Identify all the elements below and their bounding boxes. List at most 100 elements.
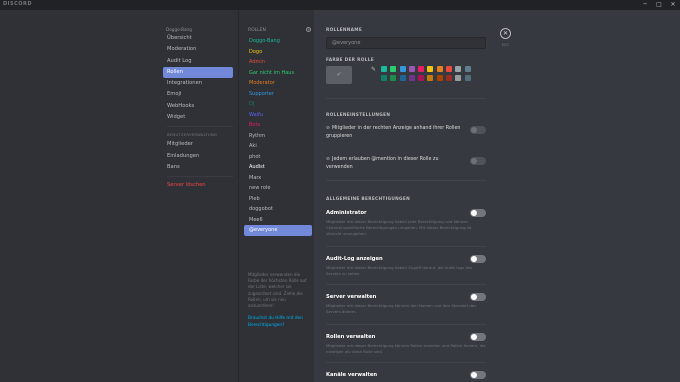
color-picker-icon[interactable]: ✎ — [371, 66, 376, 73]
role-item[interactable]: Audist — [244, 162, 312, 173]
role-settings: ROLLENNAME @everyone ✕ ESC FARBE DER ROL… — [315, 10, 680, 382]
server-name: Doggo-Bang — [166, 27, 192, 32]
permission-toggle[interactable] — [470, 293, 486, 301]
role-item[interactable]: phot — [244, 152, 312, 163]
roles-column: ROLLEN + Doggo-Bang Dogo Admin Gar nicht im… — [238, 10, 314, 382]
role-item[interactable]: doggobot — [244, 204, 312, 215]
role-item[interactable]: Mee6 — [244, 215, 312, 226]
permissions-help-link[interactable]: Brauchst du Hilfe mit den Berechtigungen… — [248, 316, 310, 329]
nav-item-einladungen[interactable]: Einladungen — [163, 151, 233, 162]
nav-item-integrationen[interactable]: Integrationen — [163, 78, 233, 89]
role-name-input[interactable]: @everyone — [326, 37, 486, 49]
role-item[interactable]: Aki — [244, 141, 312, 152]
permission-title: Kanäle verwalten — [326, 372, 378, 378]
role-item[interactable]: Doggo-Bang — [244, 36, 312, 47]
color-swatch[interactable] — [408, 75, 415, 81]
user-management-category: BENUTZERVERWALTUNG — [167, 132, 218, 138]
app-title: DISCORD — [3, 1, 33, 7]
setting-hoist: ⊘ Mitglieder in der rechten Anzeige anhan… — [326, 125, 466, 140]
nav-item-bans[interactable]: Bans — [163, 162, 233, 173]
default-color-swatch[interactable]: ✓ — [326, 66, 352, 84]
color-swatch[interactable] — [446, 66, 453, 72]
setting-hoist-label: Mitglieder in der rechten Anzeige anhand… — [326, 126, 461, 139]
role-item[interactable]: new role — [244, 183, 312, 194]
role-item[interactable]: @everyone — [244, 225, 312, 236]
nav-item-übersicht[interactable]: Übersicht — [163, 33, 233, 44]
permission-description: Mitglieder mit dieser Berechtigung könne… — [326, 303, 477, 314]
color-swatch[interactable] — [418, 66, 425, 72]
role-item[interactable]: Dogo — [244, 47, 312, 58]
nav-item-rollen[interactable]: Rollen — [163, 66, 233, 79]
title-bar: DISCORD ─ □ ✕ — [0, 0, 680, 10]
nav-item-webhooks[interactable]: WebHooks — [163, 101, 233, 112]
close-icon[interactable]: ✕ — [666, 0, 680, 10]
color-swatch[interactable] — [464, 66, 471, 72]
settings-nav: Doggo-Bang Übersicht Moderation Audit Log R… — [163, 26, 233, 192]
color-swatch[interactable] — [381, 66, 387, 72]
nav-item-emoji[interactable]: Emoji — [163, 89, 233, 100]
permission-toggle[interactable] — [470, 371, 486, 379]
color-swatch[interactable] — [436, 75, 443, 81]
color-swatch[interactable] — [418, 75, 425, 81]
role-item[interactable]: Admin — [244, 57, 312, 68]
permission-toggle[interactable] — [470, 209, 486, 217]
permission-toggle[interactable] — [470, 333, 486, 341]
color-swatch[interactable] — [427, 66, 434, 72]
divider — [326, 324, 486, 325]
permission-description: Mitglieder mit dieser Berechtigung haben… — [326, 265, 473, 276]
color-swatch[interactable] — [399, 75, 406, 81]
role-color-label: FARBE DER ROLLE — [326, 58, 374, 63]
color-swatch[interactable] — [464, 75, 471, 81]
nav-item-moderation[interactable]: Moderation — [163, 44, 233, 55]
role-item[interactable]: Gar nicht im Haus — [244, 68, 312, 79]
toggle-mention[interactable] — [470, 157, 486, 165]
divider — [326, 180, 486, 181]
role-item[interactable]: Moderator — [244, 78, 312, 89]
role-item[interactable]: Rythm — [244, 131, 312, 142]
nav-item-widget[interactable]: Widget — [163, 112, 233, 123]
divider — [167, 176, 233, 178]
nav-item-audit-log[interactable]: Audit Log — [163, 56, 233, 67]
divider — [167, 126, 233, 128]
color-swatch[interactable] — [455, 75, 462, 81]
setting-mention-label: Jedem erlauben @mention in dieser Rolle … — [326, 157, 439, 170]
role-settings-label: ROLLENEINSTELLUNGEN — [326, 113, 391, 118]
permission-description: Mitglieder mit dieser Berechtigung haben… — [326, 219, 472, 236]
permission-toggle[interactable] — [470, 255, 486, 263]
toggle-hoist[interactable] — [470, 126, 486, 134]
maximize-icon[interactable]: □ — [652, 0, 666, 10]
role-item[interactable]: Marx — [244, 173, 312, 184]
role-item[interactable]: Supporter — [244, 89, 312, 100]
color-swatch[interactable] — [390, 75, 397, 81]
info-icon: ⊘ — [326, 157, 331, 162]
role-name-label: ROLLENNAME — [326, 28, 363, 33]
add-role-button[interactable]: + — [306, 27, 311, 32]
color-swatch[interactable] — [381, 75, 387, 81]
role-item[interactable]: DJ — [244, 99, 312, 110]
role-list: Doggo-Bang Dogo Admin Gar nicht im Haus Mode… — [244, 36, 312, 236]
role-item[interactable]: Pleb — [244, 194, 312, 205]
color-swatch[interactable] — [408, 66, 415, 72]
permission-title: Administrator — [326, 210, 367, 216]
minimize-icon[interactable]: ─ — [638, 0, 652, 10]
close-settings-icon[interactable]: ✕ — [500, 28, 511, 39]
color-swatch[interactable] — [455, 66, 462, 72]
color-swatch[interactable] — [446, 75, 453, 81]
divider — [326, 246, 486, 247]
color-swatch[interactable] — [427, 75, 434, 81]
delete-server-button[interactable]: Server löschen — [163, 180, 233, 191]
color-swatch[interactable] — [390, 66, 397, 72]
permission-description: Mitglieder mit dieser Berechtigung könne… — [326, 343, 486, 354]
permission-title: Rollen verwalten — [326, 334, 376, 340]
role-item[interactable]: Bots — [244, 120, 312, 131]
permission-title: Audit-Log anzeigen — [326, 256, 383, 262]
color-swatch[interactable] — [399, 66, 406, 72]
divider — [326, 284, 486, 285]
roles-help-text: Mitglieder verwenden die Farbe der höchs… — [248, 272, 307, 309]
nav-item-mitglieder[interactable]: Mitglieder — [163, 139, 233, 150]
esc-label: ESC — [501, 42, 510, 47]
permission-title: Server verwalten — [326, 294, 377, 300]
color-swatch[interactable] — [436, 66, 443, 72]
role-item[interactable]: Waifu — [244, 110, 312, 121]
divider — [326, 362, 486, 363]
